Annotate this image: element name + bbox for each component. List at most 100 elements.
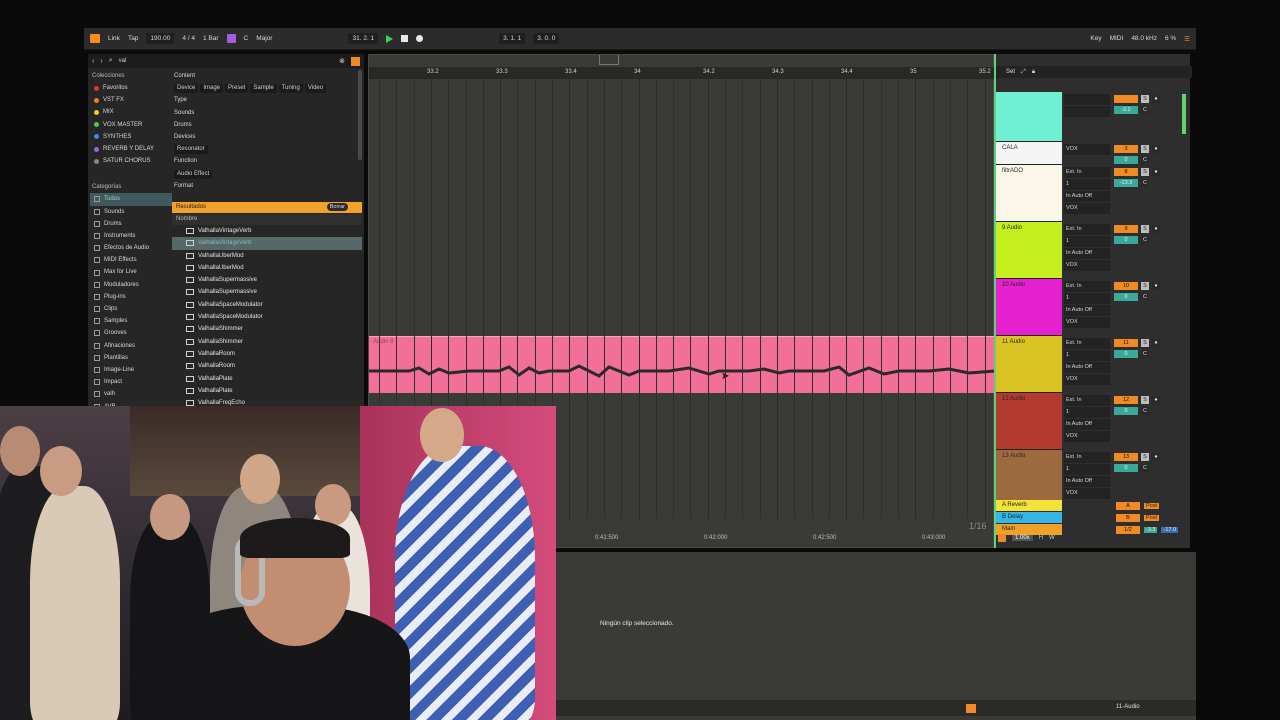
cue-button[interactable]: C	[1141, 179, 1149, 187]
track-header[interactable]: 9 Audio	[996, 222, 1062, 279]
track-number[interactable]: 11	[1114, 339, 1138, 347]
io-row[interactable]: 1	[1064, 350, 1110, 361]
filter-content[interactable]: Content	[172, 70, 358, 82]
io-row[interactable]: VOX	[1064, 374, 1110, 385]
track-volume[interactable]: 0	[1114, 293, 1138, 301]
filter-function[interactable]: Function	[172, 155, 358, 167]
category-item[interactable]: Moduladores	[90, 279, 172, 291]
category-item[interactable]: Grooves	[90, 327, 172, 339]
category-item[interactable]: Image-Line	[90, 364, 172, 376]
result-item[interactable]: ValhallaSpaceModulator	[172, 311, 362, 323]
expand-icon[interactable]: ⤢	[1021, 69, 1026, 76]
category-item[interactable]: Efectos de Audio	[90, 242, 172, 254]
io-row[interactable]: 1	[1064, 236, 1110, 247]
chip-resonator[interactable]: Resonator	[174, 145, 208, 155]
io-row[interactable]: 1	[1064, 407, 1110, 418]
collection-item[interactable]: VST FX	[90, 94, 172, 106]
content-chip[interactable]: Preset	[225, 84, 249, 94]
key-map-button[interactable]: Key	[1090, 35, 1101, 42]
category-item[interactable]: Impact	[90, 376, 172, 388]
category-item[interactable]: Plug-ins	[90, 291, 172, 303]
filter-sounds[interactable]: Sounds	[172, 107, 358, 119]
filter-drums[interactable]: Drums	[172, 119, 358, 131]
browser-scrollbar[interactable]	[358, 70, 362, 160]
category-item[interactable]: Clips	[90, 303, 172, 315]
track-number[interactable]	[1114, 95, 1138, 103]
solo-button[interactable]: S	[1141, 168, 1149, 176]
io-row[interactable]: VOX	[1064, 144, 1110, 155]
collection-item[interactable]: Favoritos	[90, 82, 172, 94]
loop-length[interactable]: 3. 0. 0	[533, 33, 560, 44]
track-number[interactable]: 9	[1114, 225, 1138, 233]
result-item[interactable]: ValhallaPlate	[172, 373, 362, 385]
filter-devices[interactable]: Devices	[172, 131, 358, 143]
record-icon[interactable]	[416, 35, 424, 42]
search-options-icon[interactable]	[351, 56, 360, 66]
return-number[interactable]: B	[1116, 513, 1140, 522]
category-item[interactable]: valh	[90, 388, 172, 400]
category-item[interactable]: Sounds	[90, 206, 172, 218]
result-item[interactable]: ValhallaVintageVerb	[172, 237, 362, 250]
category-item[interactable]: Todos	[90, 193, 172, 206]
mixer-scrollbar[interactable]	[1182, 94, 1186, 134]
chip-audio-effect[interactable]: Audio Effect	[174, 169, 213, 179]
result-item[interactable]: ValhallaRoom	[172, 348, 362, 360]
content-chip[interactable]: Device	[174, 84, 199, 94]
solo-button[interactable]: S	[1141, 339, 1149, 347]
result-item[interactable]: ValhallaPlate	[172, 385, 362, 397]
category-item[interactable]: Plantillas	[90, 352, 172, 364]
midi-map-button[interactable]: MIDI	[1110, 35, 1124, 42]
result-item[interactable]: ValhallaShimmer	[172, 336, 362, 348]
song-position[interactable]: 31. 2. 1	[348, 33, 379, 44]
io-row[interactable]: VOX	[1064, 317, 1110, 328]
track-number[interactable]: 3	[1114, 145, 1138, 153]
scrub-handle[interactable]	[599, 55, 619, 65]
post-button[interactable]: Post	[1144, 514, 1160, 521]
time-ruler[interactable]: 0:41:500 0:42:000 0:42:500 0:43:000	[559, 533, 995, 545]
arm-button[interactable]: ●	[1152, 168, 1160, 176]
tempo-field[interactable]: 190.00	[146, 33, 175, 44]
io-row[interactable]: In Auto Off	[1064, 419, 1110, 430]
w-button[interactable]: W	[1049, 535, 1055, 541]
content-chip[interactable]: Tuning	[278, 84, 303, 94]
io-row[interactable]: In Auto Off	[1064, 191, 1110, 202]
io-row[interactable]: VOX	[1064, 203, 1110, 214]
return-track[interactable]: A Reverb A Post	[996, 500, 1192, 511]
track-volume[interactable]: 0	[1114, 156, 1138, 164]
back-icon[interactable]: ‹	[92, 58, 94, 65]
solo-button[interactable]: S	[1141, 95, 1149, 103]
solo-button[interactable]: S	[1141, 225, 1149, 233]
io-row[interactable]	[1064, 106, 1110, 117]
clear-search-icon[interactable]: ⊗	[339, 57, 345, 65]
filter-format[interactable]: Format	[172, 180, 358, 192]
return-number[interactable]: A	[1116, 501, 1140, 510]
category-item[interactable]: MIDI Effects	[90, 254, 172, 266]
arm-button[interactable]: ●	[1152, 95, 1160, 103]
io-row[interactable]: 1	[1064, 179, 1110, 190]
io-row[interactable]: 1	[1064, 464, 1110, 475]
h-button[interactable]: H	[1039, 535, 1043, 541]
set-button[interactable]: Set	[1006, 69, 1015, 75]
cue-button[interactable]: C	[1141, 407, 1149, 415]
result-item[interactable]: ValhallaUberMod	[172, 250, 362, 262]
result-item[interactable]: ValhallaVintageVerb	[172, 225, 362, 237]
post-button[interactable]: Post	[1144, 502, 1160, 509]
arm-button[interactable]: ●	[1152, 453, 1160, 461]
forward-icon[interactable]: ›	[100, 58, 102, 65]
status-marker-icon[interactable]	[966, 704, 976, 713]
track-header[interactable]: 12 Audio	[996, 393, 1062, 450]
return-track[interactable]: B Delay B Post	[996, 512, 1192, 523]
io-row[interactable]: In Auto Off	[1064, 476, 1110, 487]
io-row[interactable]: Ext. In	[1064, 281, 1110, 292]
track-header[interactable]: 13 Audio	[996, 450, 1062, 507]
result-item[interactable]: ValhallaUberMod	[172, 262, 362, 274]
play-icon[interactable]	[386, 34, 394, 43]
solo-button[interactable]: S	[1141, 453, 1149, 461]
collection-item[interactable]: SATUR CHORUS	[90, 155, 172, 167]
category-item[interactable]: Samples	[90, 315, 172, 327]
content-chip[interactable]: Image	[200, 84, 224, 94]
track-header[interactable]	[996, 92, 1062, 142]
link-button[interactable]: Link	[108, 35, 120, 42]
time-signature[interactable]: 4 / 4	[182, 35, 195, 42]
name-column-header[interactable]: Nombre	[172, 214, 362, 225]
